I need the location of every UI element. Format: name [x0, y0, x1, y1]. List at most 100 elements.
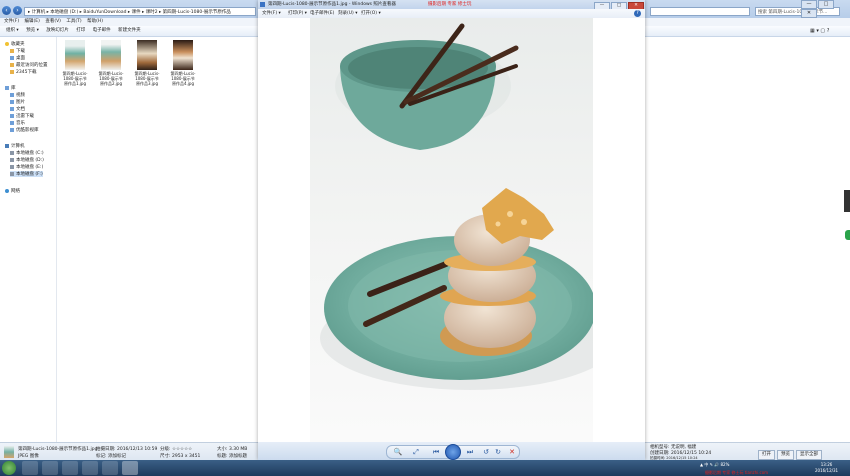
network-icon — [5, 188, 9, 193]
slideshow-play-button[interactable] — [445, 444, 461, 460]
details-filename: 第四期-Lucis-1080-展示节原作品1.jpg — [18, 447, 98, 452]
sidebar-item-drive-e[interactable]: 本地磁盘 (E:) — [10, 164, 43, 170]
print-button[interactable]: 打印 — [76, 28, 85, 33]
folder-icon — [10, 62, 14, 67]
explorer-window-controls: — □✕ — [800, 0, 850, 18]
start-button[interactable] — [2, 461, 16, 475]
sidebar-item-2345[interactable]: 2345下载 — [10, 69, 36, 75]
sidebar-item-downloads[interactable]: 下载 — [10, 48, 25, 54]
preview-button-bottom[interactable]: 预览 — [777, 450, 794, 460]
maximize-button[interactable]: □ — [818, 0, 834, 9]
sidebar-item-recent[interactable]: 最近访问的位置 — [10, 62, 48, 68]
video-icon — [10, 92, 14, 97]
sidebar-item-drive-d[interactable]: 本地磁盘 (D:) — [10, 157, 44, 163]
right-edge-tab[interactable] — [845, 230, 850, 240]
address-bar[interactable]: ▸ 计算机 ▸ 本地磁盘 (D:) ▸ BaiduYunDownload ▸ 课… — [24, 7, 256, 16]
sidebar-computer[interactable]: 计算机 — [5, 143, 25, 149]
preview-button[interactable]: 预览 ▾ — [26, 28, 39, 33]
menu-view[interactable]: 查看(V) — [45, 19, 61, 24]
details-title[interactable]: 标题: 添加标题 — [217, 453, 247, 459]
system-tray[interactable]: ▲ 中 ✎ 🔊 82% — [700, 462, 729, 468]
sidebar-item-desktop[interactable]: 桌面 — [10, 55, 25, 61]
picture-icon — [10, 99, 14, 104]
thumbnail-image — [65, 40, 85, 70]
library-icon — [5, 85, 9, 90]
delete-icon[interactable]: ✕ — [507, 447, 517, 457]
thumbnail-item[interactable]: 第四期-Lucis-1080-展示节原作品3.jpg — [134, 40, 160, 86]
folder-icon — [10, 48, 14, 53]
new-folder-button[interactable]: 新建文件夹 — [118, 28, 141, 33]
sidebar-libraries[interactable]: 库 — [5, 85, 16, 91]
details-rating[interactable]: 分级: ☆☆☆☆☆ — [160, 446, 192, 452]
viewer-menu-burn[interactable]: 刻录(U) ▾ — [338, 9, 358, 18]
rotate-cw-icon[interactable]: ↻ — [493, 447, 503, 457]
organize-button[interactable]: 组织 ▾ — [6, 28, 19, 33]
document-icon — [10, 106, 14, 111]
video-library-icon — [10, 127, 14, 132]
menu-edit[interactable]: 编辑(E) — [25, 19, 40, 24]
viewer-menu-print[interactable]: 打印(P) ▾ — [288, 9, 307, 18]
thumbnail-item[interactable]: 第四期-Lucis-1080-展示节原作品4.jpg — [170, 40, 196, 86]
details-date-taken: 拍摄日期: 2016/12/13 10:59 — [96, 447, 158, 452]
sidebar-item-documents[interactable]: 文档 — [10, 106, 25, 112]
watermark-title: 摄影后期 专家 修士玩 — [428, 2, 472, 7]
right-edge-indicator — [844, 190, 850, 212]
menu-tools[interactable]: 工具(T) — [66, 19, 81, 24]
zoom-icon[interactable]: 🔍▾ — [393, 447, 403, 466]
preview-pane-button[interactable]: ▢ — [820, 28, 825, 34]
previous-icon[interactable]: ⏮ — [431, 447, 441, 457]
desktop-icon — [10, 55, 14, 60]
menu-file[interactable]: 文件(F) — [4, 19, 19, 24]
sidebar-item-videos[interactable]: 视频 — [10, 92, 25, 98]
taskbar-app-media[interactable] — [62, 461, 78, 475]
viewer-menu-file[interactable]: 文件(F) ▾ — [262, 9, 281, 18]
sidebar-item-youku[interactable]: 优酷影视库 — [10, 127, 39, 133]
viewer-menu-open[interactable]: 打开(O) ▾ — [361, 9, 381, 18]
viewer-menubar: 文件(F) ▾ 打印(P) ▾ 电子邮件(E) 刻录(U) ▾ 打开(O) ▾ … — [258, 9, 645, 18]
explorer-nav-buttons: ‹ › — [0, 6, 22, 18]
photo-viewer-window: 第四期-Lucis-1080-展示节原作品1.jpg - Windows 照片查… — [258, 0, 645, 466]
back-arrow-icon[interactable]: ‹ — [2, 6, 11, 15]
watermark-bottom: 摄影后期 专家 修士玩 tianzhi.com — [705, 470, 769, 475]
sidebar-item-thunder[interactable]: 迅雷下载 — [10, 113, 34, 119]
show-all-button[interactable]: 显示全部 — [796, 450, 822, 460]
help-button[interactable]: ? — [827, 28, 830, 34]
rotate-ccw-icon[interactable]: ↺ — [481, 447, 491, 457]
taskbar-app-photoshop[interactable] — [82, 461, 98, 475]
folder-icon — [10, 69, 14, 74]
help-icon[interactable]: ? — [634, 10, 641, 17]
next-icon[interactable]: ⏭ — [465, 447, 475, 457]
fit-window-icon[interactable]: ⤢ — [411, 447, 421, 457]
details-tags[interactable]: 标记: 添加标记 — [96, 453, 126, 459]
thumbnail-item[interactable]: 第四期-Lucis-1080-展示节原作品2.jpg — [98, 40, 124, 86]
details-filetype: JPEG 图像 — [18, 454, 39, 459]
taskbar-app-explorer[interactable] — [42, 461, 58, 475]
sidebar-item-drive-f[interactable]: 本地磁盘 (F:) — [10, 171, 43, 177]
drive-icon — [10, 157, 14, 162]
navigation-pane: 收藏夹 下载 桌面 最近访问的位置 2345下载 库 视频 图片 文档 迅雷下载… — [0, 37, 57, 442]
sidebar-network[interactable]: 网络 — [5, 188, 20, 194]
minimize-button[interactable]: — — [801, 0, 817, 9]
star-icon — [5, 41, 9, 46]
view-mode-button[interactable]: ▦ ▾ — [810, 28, 819, 34]
playback-controls: 🔍▾ ⤢ ⏮ ⏭ ↺ ↻ ✕ — [386, 444, 520, 466]
open-button[interactable]: 打开 — [758, 450, 775, 460]
close-button[interactable]: ✕ — [801, 9, 817, 18]
clock[interactable]: 13:26 2016/12/31 — [815, 462, 838, 474]
menu-help[interactable]: 帮助(H) — [87, 19, 103, 24]
sidebar-favorites[interactable]: 收藏夹 — [5, 41, 25, 47]
taskbar-app-folder[interactable] — [102, 461, 118, 475]
sidebar-item-drive-c[interactable]: 本地磁盘 (C:) — [10, 150, 44, 156]
details-dimensions: 尺寸: 2953 x 3451 — [160, 454, 201, 459]
slideshow-button[interactable]: 放映幻灯片 — [46, 28, 69, 33]
sidebar-item-pictures[interactable]: 图片 — [10, 99, 25, 105]
thumbnail-item[interactable]: 第四期-Lucis-1080-展示节原作品1.jpg — [62, 40, 88, 86]
thumbnail-image — [173, 40, 193, 70]
address-dropdown[interactable] — [650, 7, 750, 16]
sidebar-item-music[interactable]: 音乐 — [10, 120, 25, 126]
forward-arrow-icon[interactable]: › — [13, 6, 22, 15]
taskbar-app-ie[interactable] — [22, 461, 38, 475]
taskbar-app-photo-viewer[interactable] — [122, 461, 138, 475]
viewer-menu-email[interactable]: 电子邮件(E) — [310, 9, 334, 18]
email-button[interactable]: 电子邮件 — [93, 28, 111, 33]
